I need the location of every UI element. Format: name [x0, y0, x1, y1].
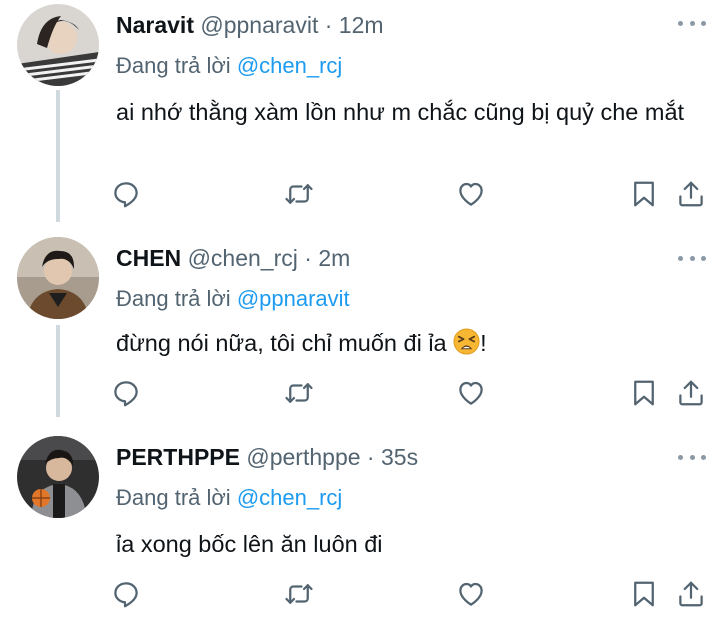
tweet-text: ỉa xong bốc lên ăn luôn đi: [116, 531, 383, 557]
retweet-icon[interactable]: [283, 578, 315, 610]
handle[interactable]: @chen_rcj: [188, 245, 298, 271]
avatar-image: [17, 436, 99, 518]
tweet-text-part: !: [480, 330, 487, 356]
timestamp[interactable]: 35s: [381, 444, 418, 470]
tired-face-emoji: [453, 328, 480, 355]
mention-link[interactable]: @chen_rcj: [237, 485, 343, 510]
bookmark-icon[interactable]: [628, 178, 660, 210]
reply-context: Đang trả lời @ppnaravit: [116, 285, 350, 313]
bookmark-icon[interactable]: [628, 377, 660, 409]
action-bar: [0, 178, 720, 212]
tweet-text: đừng nói nữa, tôi chỉ muốn đi ỉa !: [116, 326, 706, 360]
reply-prefix: Đang trả lời: [116, 53, 237, 78]
display-name[interactable]: Naravit: [116, 12, 194, 38]
reply-icon[interactable]: [110, 178, 142, 210]
display-name[interactable]: CHEN: [116, 245, 181, 271]
like-icon[interactable]: [455, 377, 487, 409]
reply-prefix: Đang trả lời: [116, 485, 237, 510]
reply-icon[interactable]: [110, 377, 142, 409]
avatar[interactable]: [17, 237, 99, 319]
reply-context: Đang trả lời @chen_rcj: [116, 52, 342, 80]
share-icon[interactable]: [675, 377, 707, 409]
mention-link[interactable]: @chen_rcj: [237, 53, 343, 78]
bookmark-icon[interactable]: [628, 578, 660, 610]
tweet-text-part: đừng nói nữa, tôi chỉ muốn đi ỉa: [116, 330, 454, 356]
action-bar: [0, 377, 720, 411]
avatar[interactable]: [17, 436, 99, 518]
mention-link[interactable]: @ppnaravit: [237, 286, 350, 311]
handle[interactable]: @perthppe: [246, 444, 360, 470]
action-bar: [0, 578, 720, 612]
tweet[interactable]: CHEN @chen_rcj · 2m Đang trả lời @ppnara…: [0, 231, 720, 417]
like-icon[interactable]: [455, 578, 487, 610]
more-icon[interactable]: [678, 450, 706, 464]
display-name[interactable]: PERTHPPE: [116, 444, 240, 470]
tweet-text: ai nhớ thằng xàm lồn như m chắc cũng bị …: [116, 99, 685, 125]
tweet[interactable]: Naravit @ppnaravit · 12m Đang trả lời @c…: [0, 0, 720, 222]
avatar-image: [17, 237, 99, 319]
avatar-image: [17, 4, 99, 86]
reply-context: Đang trả lời @chen_rcj: [116, 484, 342, 512]
timestamp[interactable]: 12m: [339, 12, 384, 38]
more-icon[interactable]: [678, 16, 706, 30]
separator-dot: ·: [324, 12, 333, 38]
share-icon[interactable]: [675, 178, 707, 210]
separator-dot: ·: [304, 245, 312, 271]
tweet[interactable]: PERTHPPE @perthppe · 35s Đang trả lời @c…: [0, 426, 720, 632]
tweet-header: CHEN @chen_rcj · 2m: [116, 243, 350, 273]
share-icon[interactable]: [675, 578, 707, 610]
timestamp[interactable]: 2m: [318, 245, 350, 271]
avatar[interactable]: [17, 4, 99, 86]
retweet-icon[interactable]: [283, 377, 315, 409]
more-icon[interactable]: [678, 251, 706, 265]
reply-prefix: Đang trả lời: [116, 286, 237, 311]
tweet-header: Naravit @ppnaravit · 12m: [116, 10, 384, 40]
separator-dot: ·: [366, 444, 375, 470]
reply-icon[interactable]: [110, 578, 142, 610]
like-icon[interactable]: [455, 178, 487, 210]
handle[interactable]: @ppnaravit: [200, 12, 318, 38]
retweet-icon[interactable]: [283, 178, 315, 210]
tweet-header: PERTHPPE @perthppe · 35s: [116, 442, 418, 472]
